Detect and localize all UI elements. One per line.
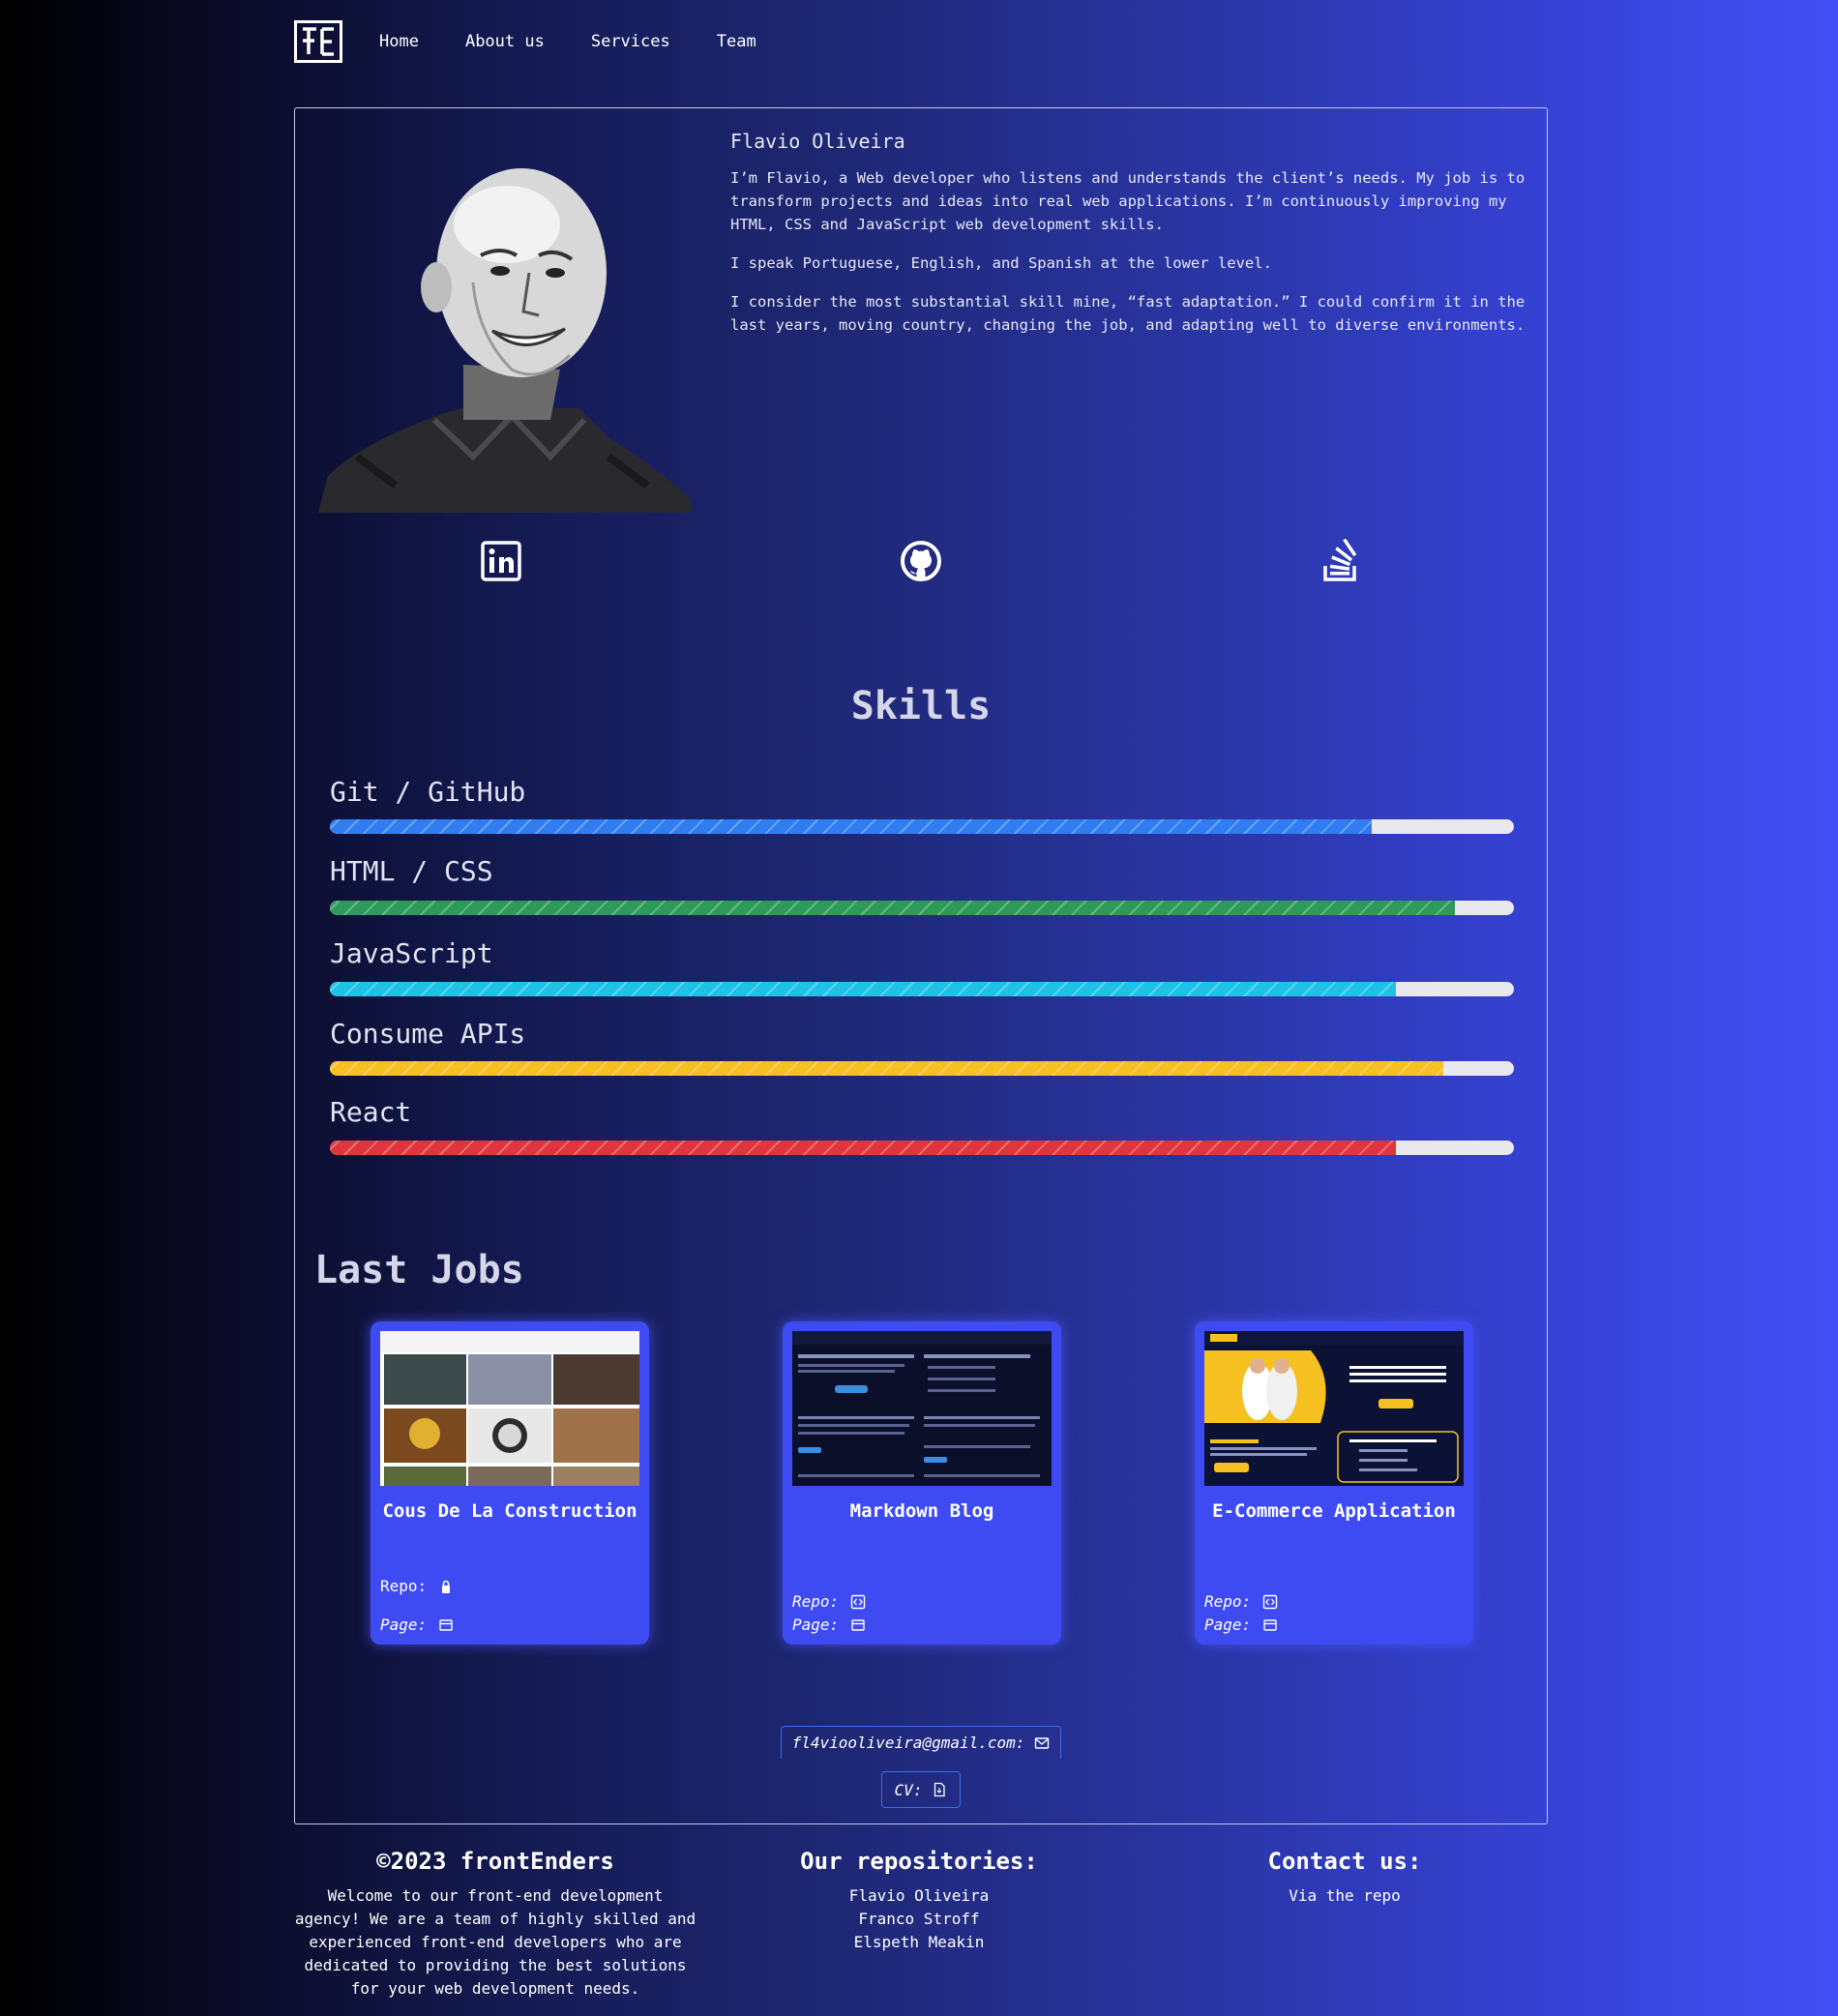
- skill-consume-apis: Consume APIs: [330, 1018, 1514, 1076]
- lock-icon: [438, 1579, 454, 1594]
- repo-label: Repo:: [380, 1577, 428, 1595]
- skill-bar: [330, 819, 1514, 834]
- code-icon: [1262, 1594, 1278, 1610]
- profile-photo: [318, 166, 692, 513]
- email-text: fl4viooliveira@gmail.com:: [791, 1734, 1025, 1752]
- job-card[interactable]: Cous De La Construction Repo: Page:: [371, 1321, 649, 1645]
- nav-team[interactable]: Team: [717, 32, 756, 51]
- browser-icon: [438, 1617, 454, 1633]
- skill-react: React: [330, 1096, 1514, 1155]
- job-page-link[interactable]: Page:: [792, 1616, 866, 1634]
- cv-text: CV:: [894, 1780, 923, 1799]
- cv-link[interactable]: CV:: [881, 1771, 961, 1808]
- job-thumbnail: [1204, 1331, 1464, 1486]
- bio: Flavio Oliveira I’m Flavio, a Web develo…: [730, 130, 1533, 352]
- skill-label: JavaScript: [330, 937, 493, 969]
- skill-label: HTML / CSS: [330, 855, 493, 887]
- repo-link-franco[interactable]: Franco Stroff: [774, 1908, 1064, 1931]
- nav-about-us[interactable]: About us: [465, 32, 545, 51]
- repo-label: Repo:: [1204, 1592, 1252, 1611]
- brand-logo[interactable]: [294, 20, 342, 63]
- footer-contact-title: Contact us:: [1267, 1848, 1422, 1875]
- job-thumbnail: [792, 1331, 1052, 1486]
- skill-html-css: HTML / CSS: [330, 855, 1514, 915]
- job-repo-link[interactable]: Repo:: [380, 1577, 454, 1595]
- nav-home[interactable]: Home: [379, 32, 419, 51]
- job-repo-link[interactable]: Repo:: [1204, 1592, 1278, 1611]
- fe-logo-icon: [303, 27, 334, 56]
- job-page-link[interactable]: Page:: [380, 1616, 454, 1634]
- profile-name: Flavio Oliveira: [730, 130, 905, 153]
- profile-card: Flavio Oliveira I’m Flavio, a Web develo…: [294, 107, 1548, 1824]
- skill-label: React: [330, 1096, 412, 1128]
- skill-bar-fill: [330, 1061, 1443, 1076]
- job-card[interactable]: E-Commerce Application Repo: Page:: [1195, 1321, 1473, 1645]
- job-page-link[interactable]: Page:: [1204, 1616, 1278, 1634]
- footer-about: ©2023 frontEnders Welcome to our front-e…: [294, 1848, 697, 2001]
- top-nav: Home About us Services Team: [294, 19, 803, 64]
- skill-bar-fill: [330, 982, 1396, 996]
- portrait-illustration: [318, 168, 692, 513]
- job-card[interactable]: Markdown Blog Repo: Page:: [783, 1321, 1061, 1645]
- footer-repositories: Our repositories: Flavio Oliveira Franco…: [774, 1848, 1064, 1954]
- document-icon: [932, 1782, 947, 1797]
- bio-paragraph: I speak Portuguese, English, and Spanish…: [730, 254, 1272, 272]
- skill-bar: [330, 1141, 1514, 1155]
- contact-repo-link[interactable]: Via the repo: [1200, 1884, 1490, 1908]
- skill-bar: [330, 1061, 1514, 1076]
- skill-label: Consume APIs: [330, 1018, 526, 1050]
- skill-bar-fill: [330, 819, 1373, 834]
- social-links: [295, 538, 1547, 597]
- nav-links: Home About us Services Team: [379, 32, 803, 51]
- skill-bar: [330, 901, 1514, 915]
- footer-repos-title: Our repositories:: [800, 1848, 1038, 1875]
- last-jobs-heading: Last Jobs: [314, 1248, 524, 1292]
- repo-link-flavio[interactable]: Flavio Oliveira: [774, 1884, 1064, 1908]
- skills-heading: Skills: [850, 684, 992, 728]
- page-label: Page:: [1204, 1616, 1252, 1634]
- skill-bar: [330, 982, 1514, 996]
- repo-label: Repo:: [792, 1592, 840, 1611]
- job-title: E-Commerce Application: [1212, 1500, 1456, 1522]
- skill-javascript: JavaScript: [330, 937, 1514, 996]
- footer-contact: Contact us: Via the repo: [1200, 1848, 1490, 1908]
- browser-icon: [850, 1617, 866, 1633]
- skill-bar-fill: [330, 901, 1455, 915]
- footer-description: Welcome to our front-end development age…: [294, 1886, 697, 1998]
- page-label: Page:: [380, 1616, 428, 1634]
- page-label: Page:: [792, 1616, 840, 1634]
- job-title: Markdown Blog: [849, 1500, 994, 1522]
- skill-bar-fill: [330, 1141, 1396, 1155]
- skill-label: Git / GitHub: [330, 776, 526, 808]
- mail-icon: [1034, 1735, 1050, 1751]
- skill-git: Git / GitHub: [330, 776, 1514, 834]
- footer-brand: ©2023 frontEnders: [376, 1848, 614, 1875]
- job-thumbnail: [380, 1331, 639, 1486]
- bio-paragraph: I’m Flavio, a Web developer who listens …: [730, 169, 1526, 233]
- job-repo-link[interactable]: Repo:: [792, 1592, 866, 1611]
- code-icon: [850, 1594, 866, 1610]
- repo-link-elspeth[interactable]: Elspeth Meakin: [774, 1931, 1064, 1954]
- email-link[interactable]: fl4viooliveira@gmail.com:: [781, 1726, 1061, 1759]
- linkedin-icon[interactable]: [479, 539, 523, 583]
- bio-paragraph: I consider the most substantial skill mi…: [730, 293, 1526, 334]
- stackoverflow-icon[interactable]: [1319, 538, 1363, 583]
- nav-services[interactable]: Services: [591, 32, 670, 51]
- github-icon[interactable]: [899, 539, 943, 583]
- browser-icon: [1262, 1617, 1278, 1633]
- job-title: Cous De La Construction: [382, 1500, 637, 1522]
